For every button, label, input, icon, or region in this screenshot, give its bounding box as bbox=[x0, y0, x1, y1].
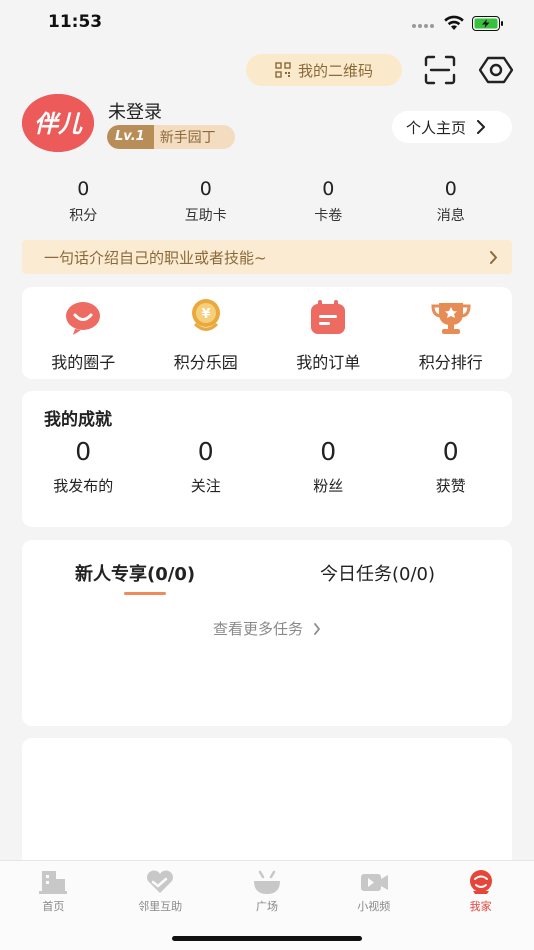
trophy-icon bbox=[431, 303, 471, 334]
achievement-following[interactable]: 0 关注 bbox=[145, 437, 268, 496]
stat-points[interactable]: 0 积分 bbox=[22, 178, 145, 226]
menu-label: 积分排行 bbox=[418, 353, 483, 372]
active-tab-indicator bbox=[124, 592, 166, 595]
nav-label: 小视频 bbox=[357, 900, 391, 913]
home-indicator bbox=[172, 936, 362, 941]
qr-code-icon bbox=[275, 62, 291, 78]
achievements-row: 0 我发布的 0 关注 0 粉丝 0 获赞 bbox=[22, 437, 512, 496]
achievement-value: 0 bbox=[75, 437, 92, 466]
chat-bubble-icon bbox=[66, 302, 101, 335]
menu-points-ranking[interactable]: 积分排行 bbox=[390, 287, 513, 379]
content-card bbox=[22, 738, 512, 878]
achievement-label: 我发布的 bbox=[53, 477, 114, 495]
stat-label: 卡卷 bbox=[314, 208, 343, 224]
achievement-value: 0 bbox=[320, 437, 337, 466]
menu-points-park[interactable]: ¥ 积分乐园 bbox=[145, 287, 268, 379]
stat-messages[interactable]: 0 消息 bbox=[390, 178, 513, 226]
status-time: 11:53 bbox=[48, 12, 103, 32]
bottom-nav: 首页 邻里互助 广场 小视频 我家 bbox=[0, 860, 534, 950]
qr-label: 我的二维码 bbox=[297, 61, 373, 80]
stat-value: 0 bbox=[444, 178, 457, 200]
achievements-title: 我的成就 bbox=[44, 410, 112, 430]
coin-medal-icon: ¥ bbox=[191, 299, 220, 331]
tab-newcomer-tasks[interactable]: 新人专享(0/0) bbox=[75, 560, 195, 586]
building-icon bbox=[39, 871, 68, 894]
personal-homepage-button[interactable]: 个人主页 bbox=[392, 111, 512, 143]
scan-icon[interactable] bbox=[424, 55, 456, 85]
homepage-label: 个人主页 bbox=[406, 118, 467, 137]
username: 未登录 bbox=[108, 102, 162, 123]
nav-my-home[interactable]: 我家 bbox=[427, 861, 534, 917]
stat-value: 0 bbox=[77, 178, 90, 200]
video-icon bbox=[360, 874, 388, 891]
menu-label: 我的圈子 bbox=[51, 353, 116, 372]
achievement-likes[interactable]: 0 获赞 bbox=[390, 437, 513, 496]
stat-label: 积分 bbox=[69, 208, 98, 224]
nav-short-video[interactable]: 小视频 bbox=[320, 861, 427, 917]
achievement-published[interactable]: 0 我发布的 bbox=[22, 437, 145, 496]
nav-square[interactable]: 广场 bbox=[214, 861, 321, 917]
achievements-card: 我的成就 0 我发布的 0 关注 0 粉丝 0 获赞 bbox=[22, 391, 512, 527]
eye-icon[interactable] bbox=[479, 55, 513, 85]
stat-label: 消息 bbox=[436, 208, 465, 224]
achievement-followers[interactable]: 0 粉丝 bbox=[267, 437, 390, 496]
more-tasks-label: 查看更多任务 bbox=[212, 620, 303, 638]
level-name: 新手园丁 bbox=[159, 130, 216, 146]
achievement-value: 0 bbox=[197, 437, 214, 466]
avatar-logo-text: 伴儿 bbox=[34, 110, 83, 138]
my-qr-code-button[interactable]: 我的二维码 bbox=[246, 54, 402, 86]
battery-icon bbox=[472, 16, 503, 31]
stat-coupons[interactable]: 0 卡卷 bbox=[267, 178, 390, 226]
achievement-value: 0 bbox=[442, 437, 459, 466]
status-bar: 11:53 bbox=[0, 0, 534, 48]
menu-label: 我的订单 bbox=[296, 353, 361, 372]
tasks-card: 新人专享(0/0) 今日任务(0/0) 查看更多任务 bbox=[22, 540, 512, 726]
nav-label: 首页 bbox=[42, 900, 65, 913]
stat-help-card[interactable]: 0 互助卡 bbox=[145, 178, 268, 226]
stats-row: 0 积分 0 互助卡 0 卡卷 0 消息 bbox=[22, 178, 512, 226]
achievement-label: 粉丝 bbox=[313, 477, 344, 495]
menu-my-orders[interactable]: 我的订单 bbox=[267, 287, 390, 379]
signal-icon bbox=[412, 24, 436, 30]
chevron-right-icon bbox=[477, 120, 486, 134]
quick-menu: 我的圈子 ¥ 积分乐园 我的订单 积分排行 bbox=[22, 287, 512, 379]
nav-neighbor-help[interactable]: 邻里互助 bbox=[107, 861, 214, 917]
stat-label: 互助卡 bbox=[184, 208, 227, 224]
view-more-tasks-link[interactable]: 查看更多任务 bbox=[22, 618, 512, 639]
level-badge: Lv.1 新手园丁 bbox=[107, 125, 235, 149]
nav-home[interactable]: 首页 bbox=[0, 861, 107, 917]
intro-text: 一句话介绍自己的职业或者技能~ bbox=[44, 248, 267, 267]
avatar[interactable]: 伴儿 bbox=[22, 94, 94, 152]
chevron-right-icon bbox=[490, 250, 497, 264]
stat-value: 0 bbox=[322, 178, 335, 200]
home-avatar-icon bbox=[469, 870, 492, 894]
achievement-label: 关注 bbox=[190, 477, 221, 495]
nav-label: 广场 bbox=[255, 900, 278, 913]
achievement-label: 获赞 bbox=[435, 477, 466, 495]
stat-value: 0 bbox=[199, 178, 212, 200]
svg-text:¥: ¥ bbox=[201, 307, 210, 322]
menu-label: 积分乐园 bbox=[173, 353, 238, 372]
nav-label: 我家 bbox=[469, 900, 492, 913]
nav-label: 邻里互助 bbox=[138, 900, 183, 913]
heart-hands-icon bbox=[147, 870, 174, 893]
menu-my-circle[interactable]: 我的圈子 bbox=[22, 287, 145, 379]
tab-daily-tasks[interactable]: 今日任务(0/0) bbox=[320, 560, 435, 586]
calendar-order-icon bbox=[311, 300, 346, 334]
wifi-icon bbox=[444, 15, 464, 30]
level-tag: Lv.1 bbox=[107, 125, 154, 149]
bowl-icon bbox=[253, 870, 280, 894]
self-intro-banner[interactable]: 一句话介绍自己的职业或者技能~ bbox=[22, 240, 512, 274]
chevron-right-icon bbox=[314, 622, 320, 635]
